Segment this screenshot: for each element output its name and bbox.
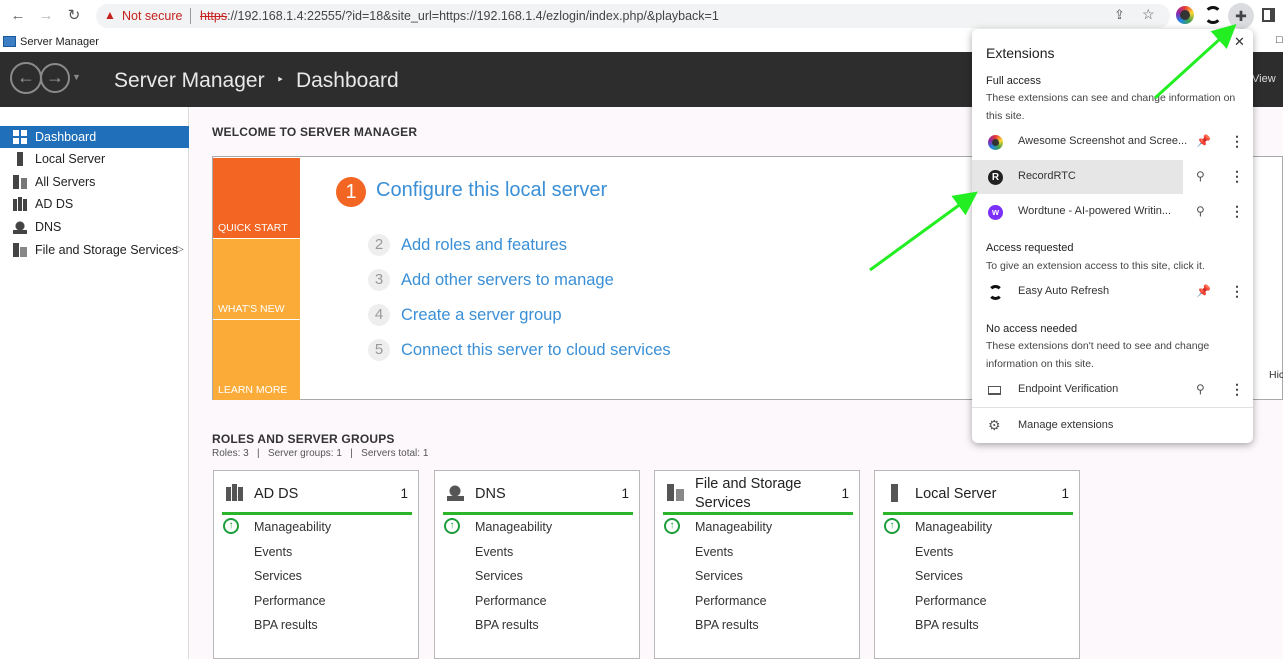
arrow-to-recordrtc (869, 191, 978, 272)
arrow-to-extensions-icon (1153, 23, 1237, 100)
annotation-arrows (869, 23, 1237, 272)
